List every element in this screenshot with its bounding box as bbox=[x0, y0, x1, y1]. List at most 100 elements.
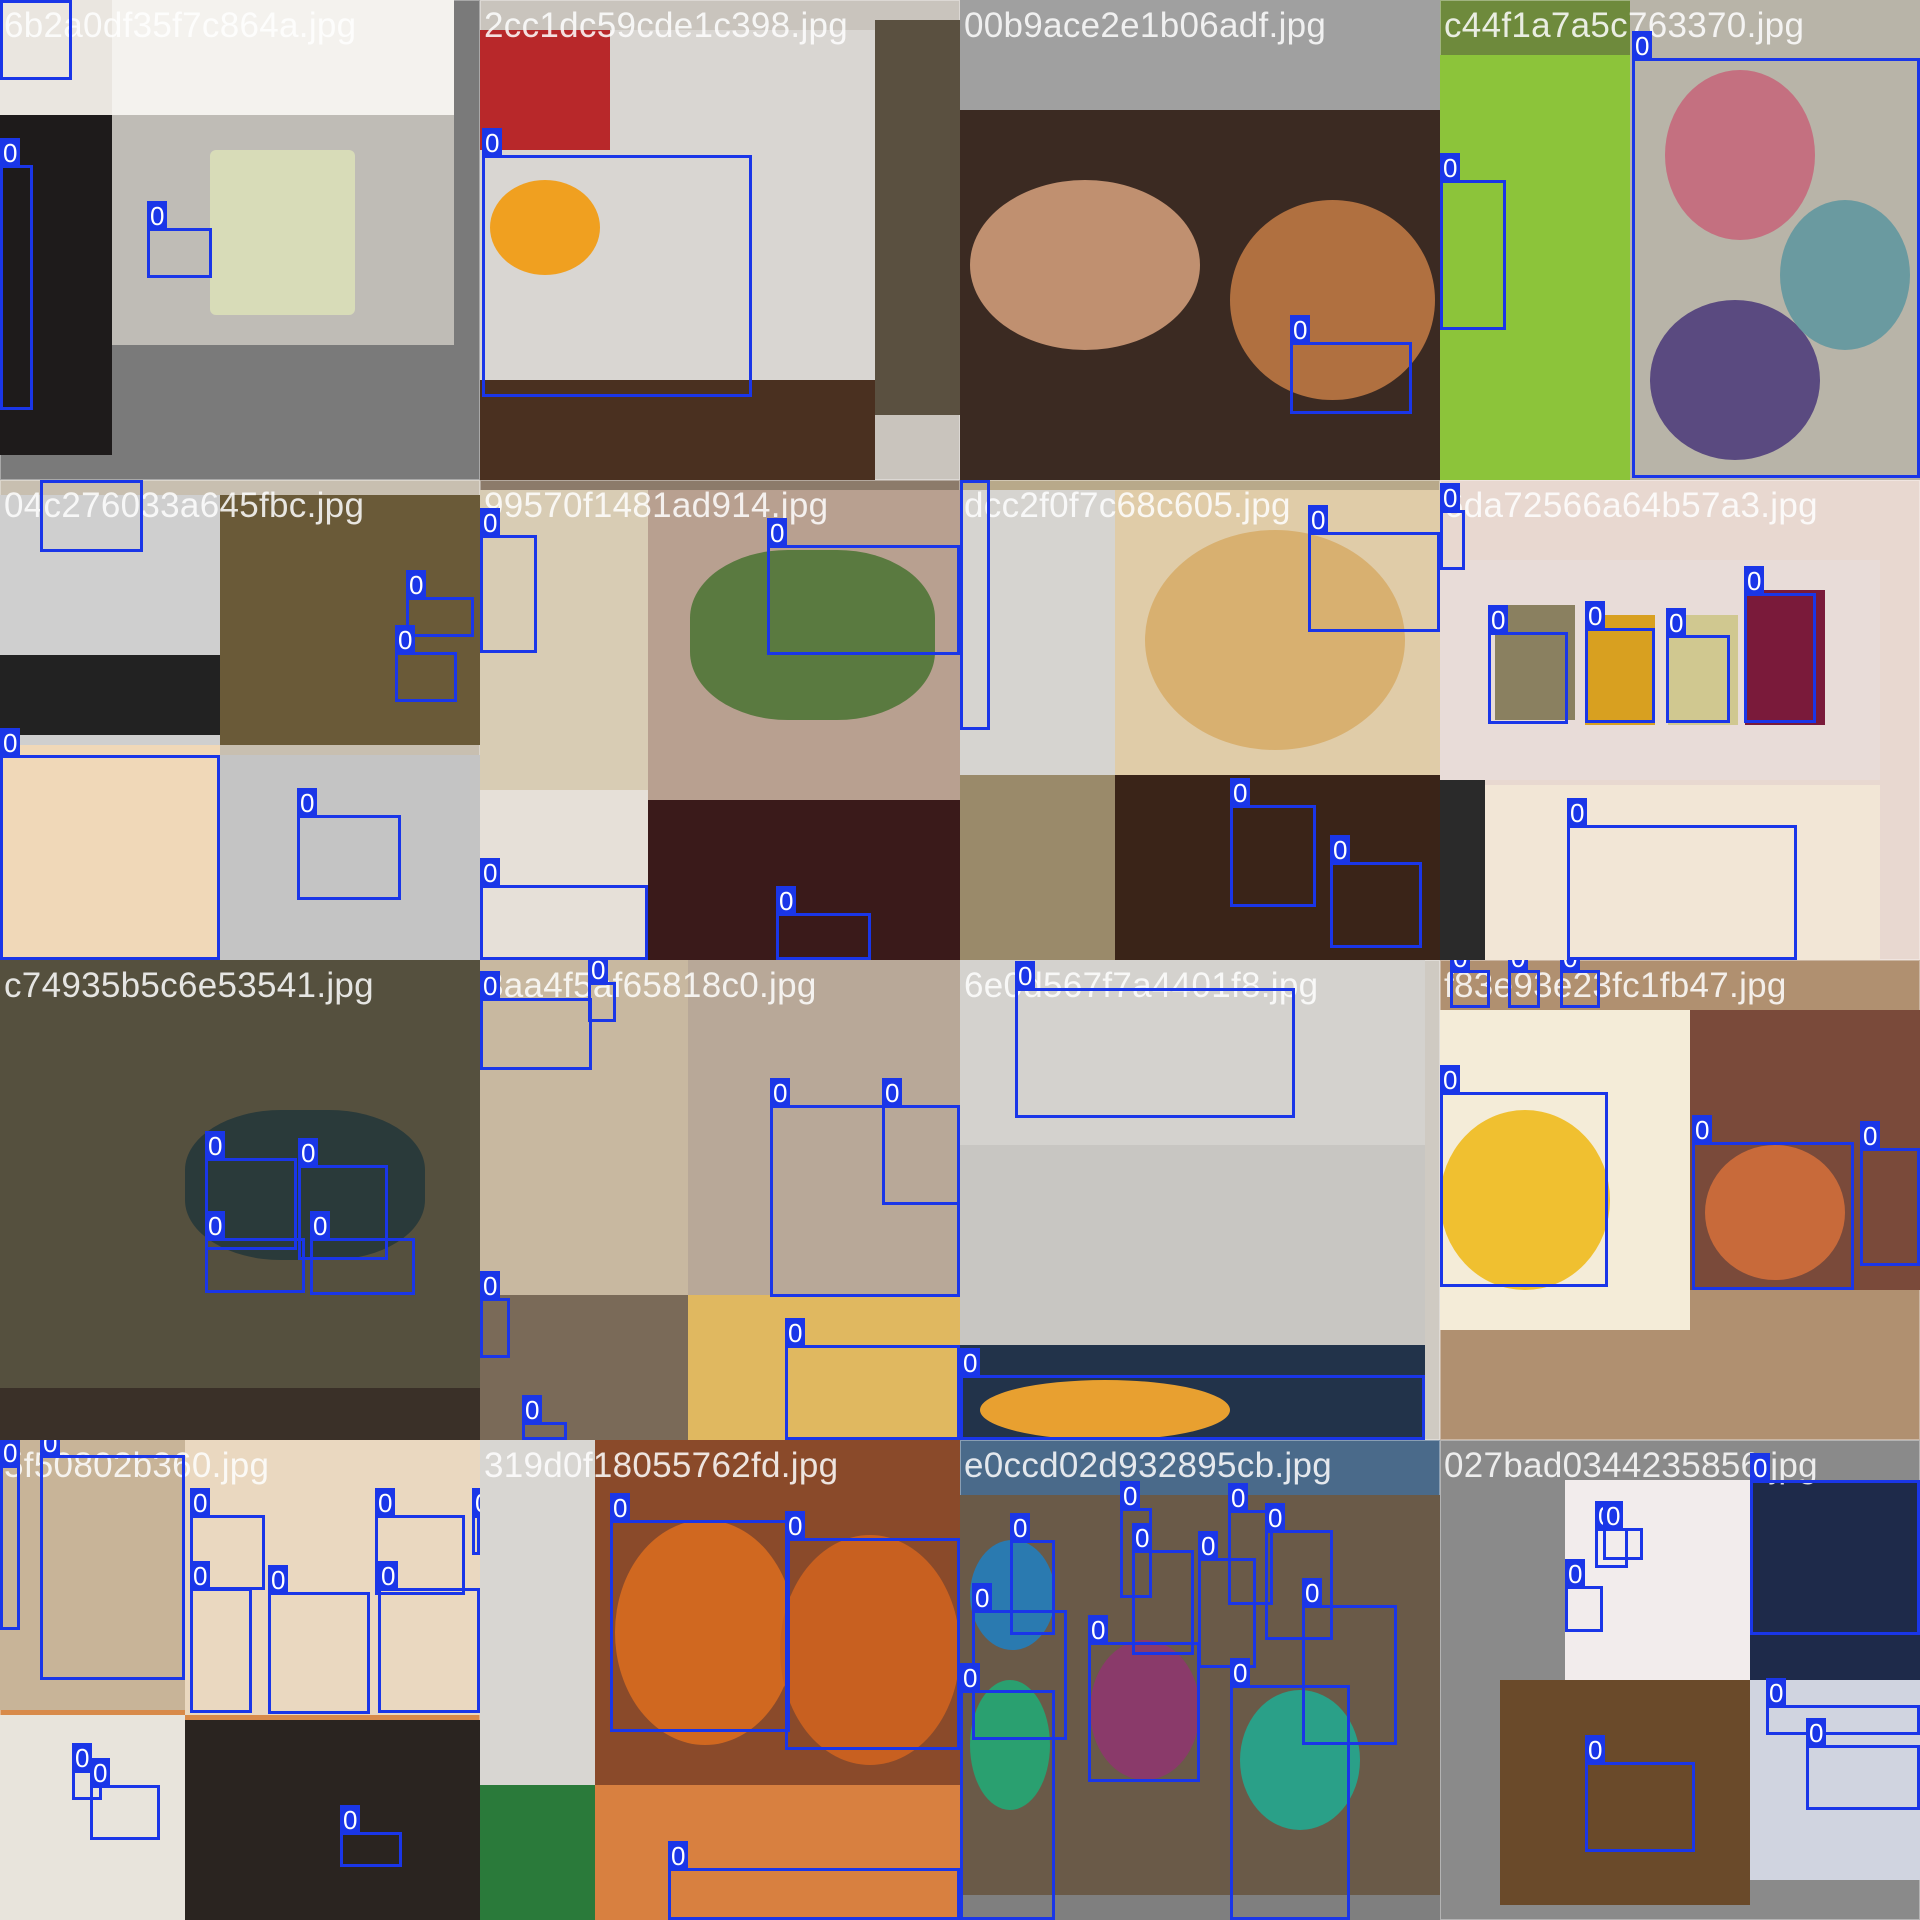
class-label: 0 bbox=[480, 858, 501, 888]
photo bbox=[960, 775, 1115, 960]
detection-box: 0 bbox=[0, 138, 33, 410]
detection-box: 0 bbox=[340, 1805, 402, 1867]
detection-box: 0 bbox=[1666, 608, 1730, 723]
class-label: 0 bbox=[1750, 1453, 1771, 1483]
detection-box: 0 bbox=[785, 1511, 960, 1750]
class-label: 0 bbox=[190, 1488, 211, 1518]
mosaic-tile: 319d0f18055762fd.jpg 0 0 0 bbox=[480, 1440, 960, 1920]
class-label: 0 bbox=[1228, 1483, 1249, 1513]
detection-box: 0 bbox=[40, 480, 143, 552]
class-label: 0 bbox=[1585, 1735, 1606, 1765]
detection-box: 0 bbox=[406, 570, 474, 637]
detection-box: 0 bbox=[1450, 960, 1490, 1008]
class-label: 0 bbox=[1132, 1523, 1153, 1553]
detection-box: 0 bbox=[1330, 835, 1422, 948]
class-label: 0 bbox=[1666, 608, 1687, 638]
photo bbox=[210, 150, 355, 315]
class-label: 0 bbox=[1744, 566, 1765, 596]
class-label: 0 bbox=[1015, 961, 1036, 991]
class-label: 0 bbox=[1565, 1559, 1586, 1589]
class-label: 0 bbox=[472, 1488, 480, 1518]
mosaic-tile: 2cc1dc59cde1c398.jpg 0 bbox=[480, 0, 960, 480]
class-label: 0 bbox=[298, 1138, 319, 1168]
detection-box: 0 bbox=[1585, 601, 1655, 723]
detection-box: 0 bbox=[1806, 1718, 1920, 1810]
detection-box: 0 bbox=[268, 1565, 370, 1714]
class-label: 0 bbox=[785, 1511, 806, 1541]
class-label: 0 bbox=[1440, 483, 1461, 513]
image-filename: 2cc1dc59cde1c398.jpg bbox=[484, 6, 849, 45]
class-label: 0 bbox=[147, 201, 168, 231]
class-label: 0 bbox=[960, 1663, 981, 1693]
detection-box: 0 bbox=[480, 508, 537, 653]
class-label: 0 bbox=[480, 508, 501, 538]
image-filename: c44f1a7a5c763370.jpg bbox=[1444, 6, 1805, 45]
detection-box: 0 bbox=[1766, 1678, 1920, 1735]
class-label: 0 bbox=[0, 728, 21, 758]
detection-box: 0 bbox=[1088, 1615, 1200, 1782]
class-label: 0 bbox=[1230, 778, 1251, 808]
detection-box: 0 bbox=[480, 971, 592, 1070]
detection-box: 0 bbox=[0, 1440, 21, 1630]
class-label: 0 bbox=[310, 1211, 331, 1241]
class-label: 0 bbox=[1488, 605, 1509, 635]
photo bbox=[480, 1440, 595, 1785]
detection-box: 0 bbox=[90, 1758, 160, 1840]
detection-box: 0 bbox=[522, 1395, 567, 1440]
class-label: 0 bbox=[1766, 1678, 1787, 1708]
class-label: 0 bbox=[1265, 1503, 1286, 1533]
class-label: 0 bbox=[0, 138, 21, 168]
detection-box: 0 bbox=[960, 480, 990, 730]
class-label: 0 bbox=[482, 128, 503, 158]
class-label: 0 bbox=[1567, 798, 1588, 828]
class-label: 0 bbox=[1585, 601, 1606, 631]
class-label: 0 bbox=[785, 1318, 806, 1348]
image-filename: 00b9ace2e1b06adf.jpg bbox=[964, 6, 1327, 45]
detection-box: 0 bbox=[1860, 1121, 1920, 1266]
class-label: 0 bbox=[776, 886, 797, 916]
detection-box: 0 bbox=[297, 788, 401, 900]
class-label: 0 bbox=[205, 1211, 226, 1241]
detection-box: 0 bbox=[610, 1493, 790, 1732]
detection-box: 0 bbox=[1565, 1559, 1603, 1632]
class-label: 0 bbox=[1806, 1718, 1827, 1748]
class-label: 0 bbox=[668, 1841, 689, 1871]
class-label: 0 bbox=[767, 518, 788, 548]
class-label: 0 bbox=[375, 1488, 396, 1518]
photo bbox=[480, 1295, 688, 1440]
mosaic-tile: 04c276033a645fbc.jpg 0 0 0 0 0 bbox=[0, 480, 480, 960]
photo bbox=[970, 180, 1200, 350]
class-label: 0 bbox=[205, 1131, 226, 1161]
detection-box: 0 bbox=[1132, 1523, 1194, 1655]
class-label: 0 bbox=[960, 1348, 981, 1378]
class-label: 0 bbox=[0, 0, 21, 3]
class-label: 0 bbox=[40, 480, 61, 483]
mosaic-tile: 6b2a0df35f7c864a.jpg 0 0 0 bbox=[0, 0, 480, 480]
detection-box: 0 bbox=[480, 1271, 510, 1358]
photo bbox=[480, 1785, 595, 1920]
detection-box: 0 bbox=[1750, 1453, 1920, 1635]
class-label: 0 bbox=[1290, 315, 1311, 345]
image-filename: c74935b5c6e53541.jpg bbox=[4, 966, 374, 1005]
detection-box: 0 bbox=[1488, 605, 1568, 724]
detection-box: 0 bbox=[882, 1078, 960, 1205]
class-label: 0 bbox=[340, 1805, 361, 1835]
photo bbox=[185, 1720, 480, 1920]
class-label: 0 bbox=[588, 960, 609, 985]
detection-box: 0 bbox=[1632, 31, 1920, 478]
detection-box: 0 bbox=[1308, 505, 1440, 632]
detection-box: 0 bbox=[1440, 153, 1506, 330]
mosaic-tile: c44f1a7a5c763370.jpg 0 0 bbox=[1440, 0, 1920, 480]
detection-box: 0 bbox=[785, 1318, 960, 1440]
detection-box: 0 bbox=[205, 1211, 305, 1293]
detection-box: 0 bbox=[395, 625, 457, 702]
detection-box: 0 bbox=[960, 1348, 1425, 1440]
class-label: 0 bbox=[1088, 1615, 1109, 1645]
class-label: 0 bbox=[1230, 1658, 1251, 1688]
mosaic-tile: 6e0d567f7a4401f8.jpg 0 0 bbox=[960, 960, 1440, 1440]
photo bbox=[1440, 780, 1485, 960]
class-label: 0 bbox=[882, 1078, 903, 1108]
class-label: 0 bbox=[406, 570, 427, 600]
class-label: 0 bbox=[190, 1561, 211, 1591]
class-label: 0 bbox=[1440, 1065, 1461, 1095]
